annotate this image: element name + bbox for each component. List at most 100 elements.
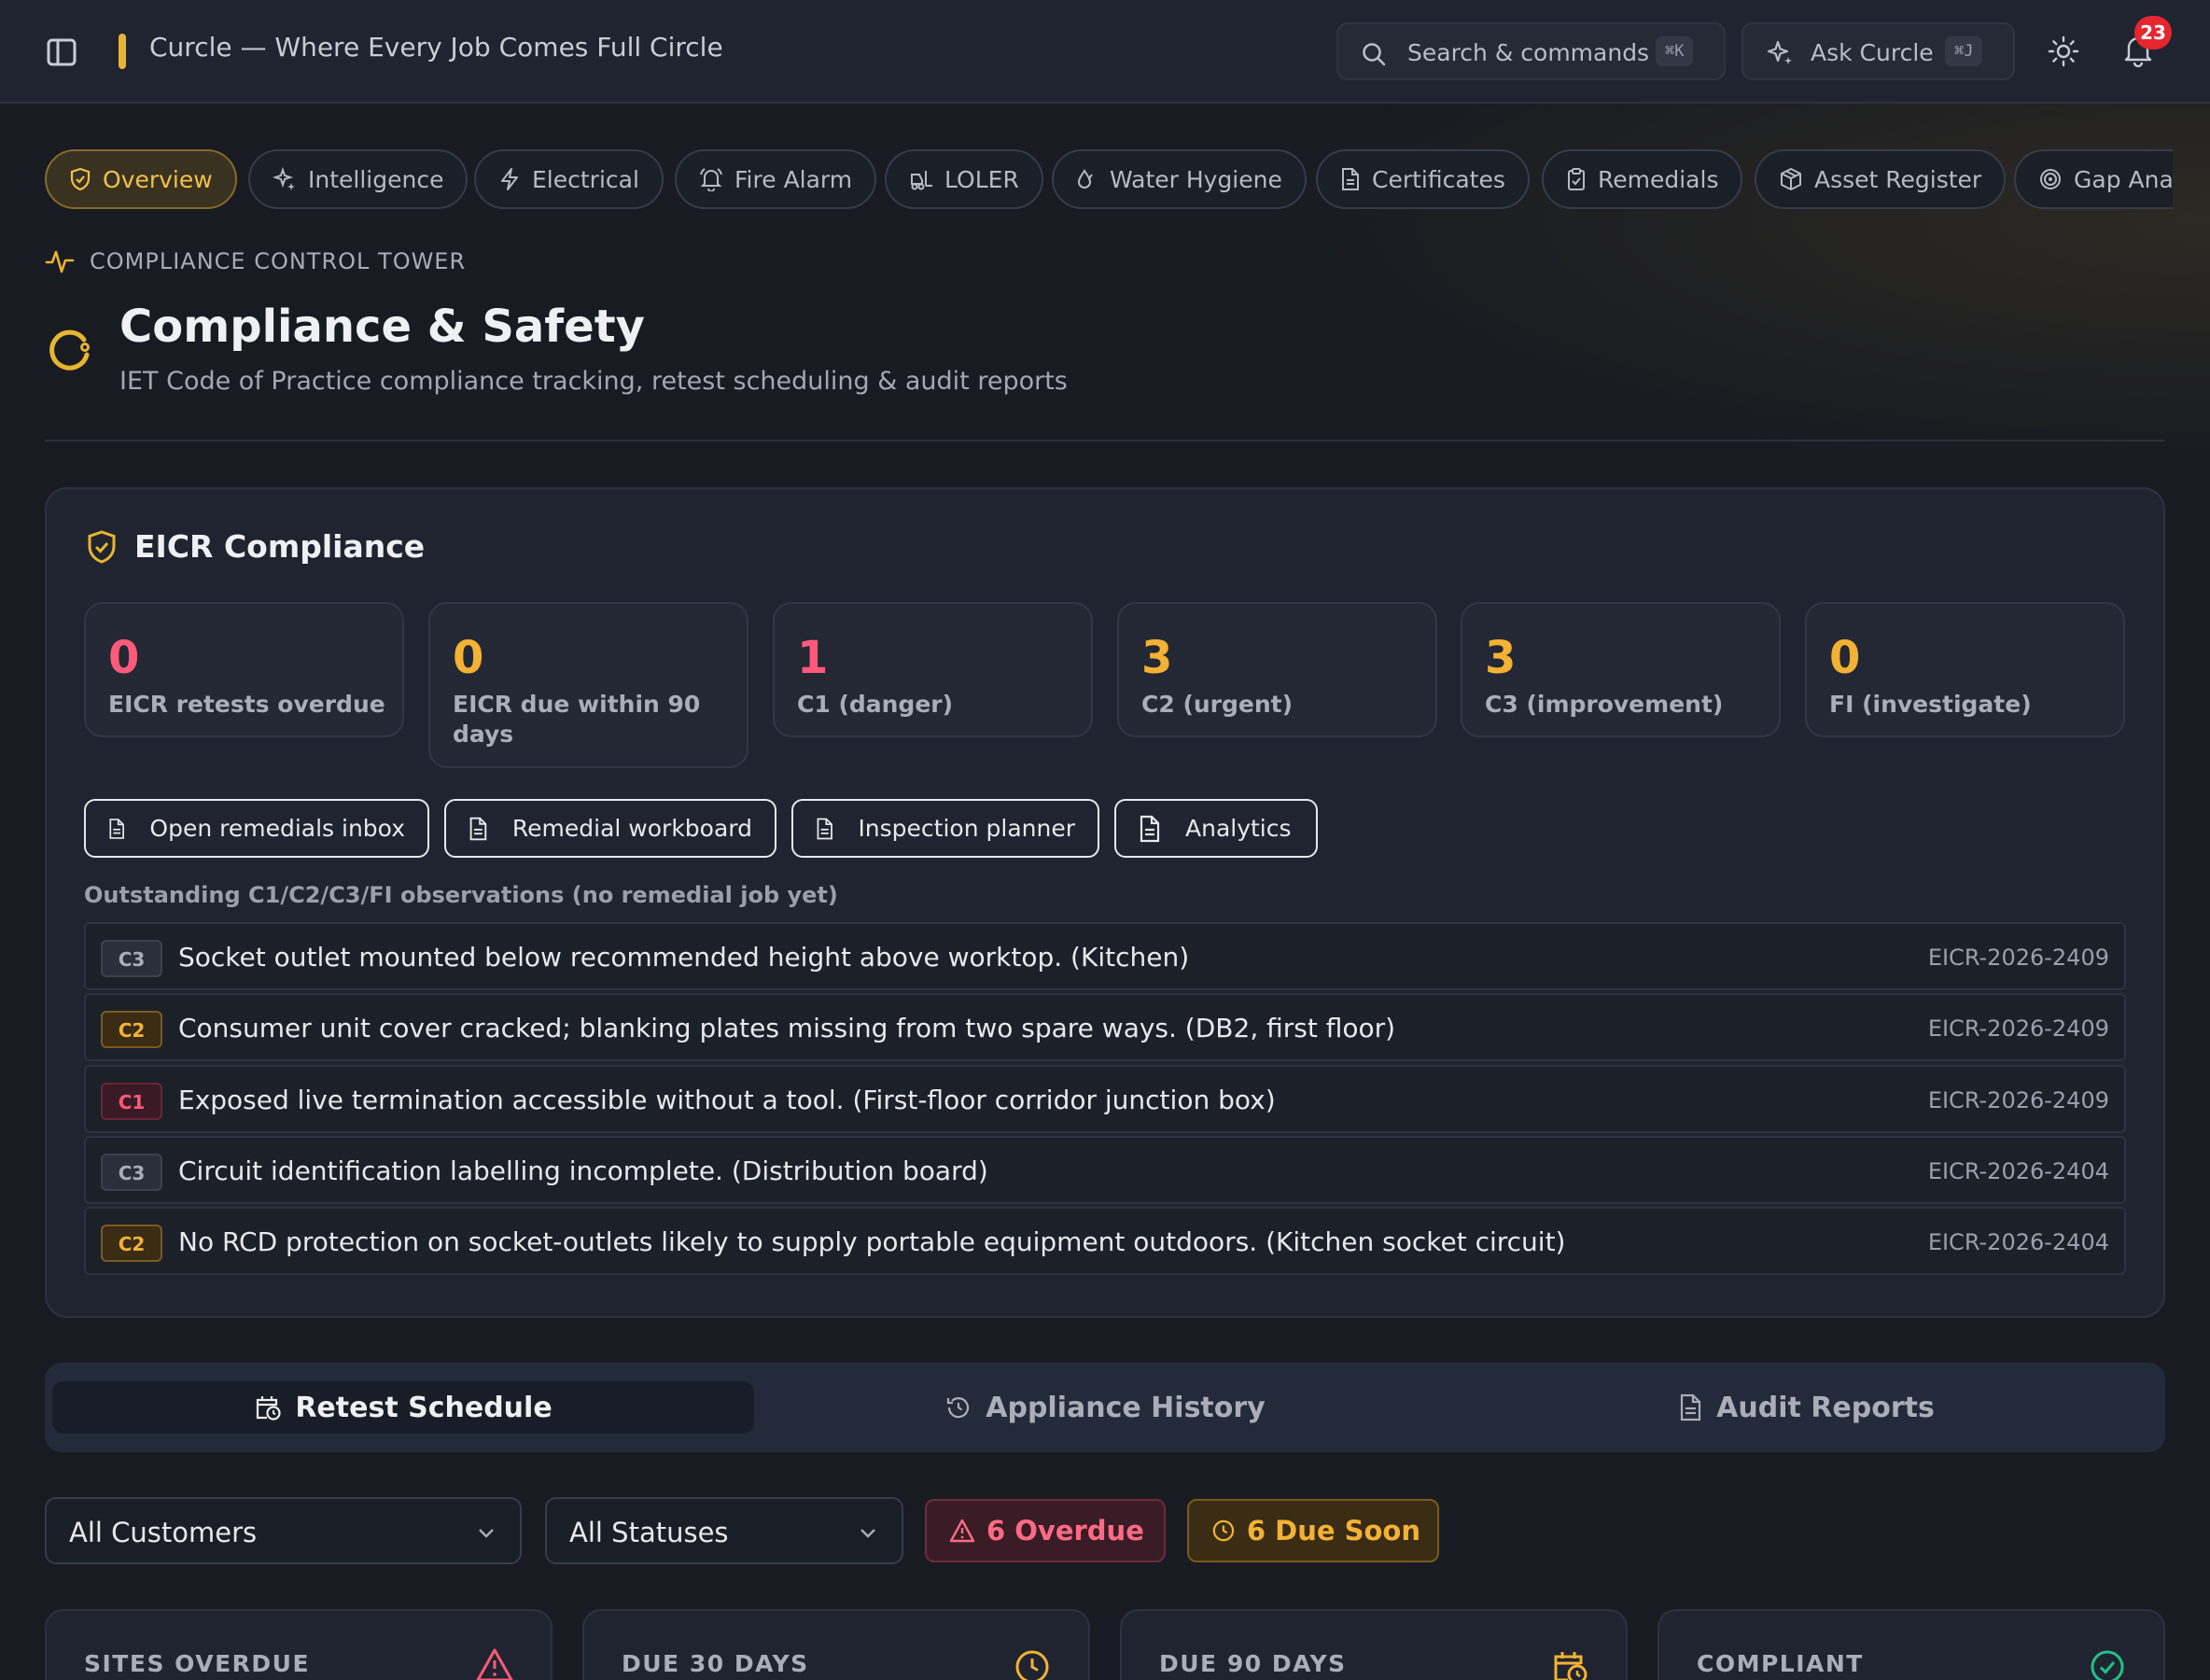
top-bar: Curcle — Where Every Job Comes Full Circ… (0, 0, 2210, 104)
analytics-button[interactable]: Analytics (1114, 799, 1318, 858)
file-icon (1342, 168, 1359, 190)
alert-triangle-icon (476, 1648, 513, 1680)
tab-label: Appliance History (986, 1391, 1266, 1424)
page-subtitle: IET Code of Practice compliance tracking… (119, 367, 1068, 396)
target-icon (2040, 169, 2061, 189)
header-divider (45, 440, 2165, 441)
observation-row[interactable]: C1 Exposed live termination accessible w… (84, 1065, 2126, 1133)
tab-electrical[interactable]: Electrical (474, 149, 664, 209)
stat-label: C2 (urgent) (1141, 691, 1294, 718)
tab-overview[interactable]: Overview (45, 149, 237, 209)
stat-label: FI (investigate) (1829, 691, 2032, 718)
due-soon-filter-chip[interactable]: 6 Due Soon (1187, 1499, 1439, 1562)
alert-triangle-icon (949, 1519, 975, 1543)
stat-c1-danger: 1 C1 (danger) (773, 602, 1093, 737)
observation-text: Socket outlet mounted below recommended … (178, 942, 1190, 973)
observation-text: No RCD protection on socket-outlets like… (178, 1226, 1566, 1257)
stat-label: C3 (improvement) (1485, 691, 1724, 718)
open-remedials-inbox-button[interactable]: Open remedials inbox (84, 799, 429, 858)
sparkles-icon (273, 167, 295, 190)
view-tabs: Retest Schedule Appliance History Audit … (45, 1363, 2165, 1452)
tab-label: Intelligence (308, 165, 444, 193)
observation-row[interactable]: C2 No RCD protection on socket-outlets l… (84, 1207, 2126, 1275)
observation-text: Consumer unit cover cracked; blanking pl… (178, 1013, 1396, 1043)
sun-icon[interactable] (2048, 35, 2079, 67)
tab-remedials[interactable]: Remedials (1542, 149, 1743, 209)
ask-curcle-button[interactable]: Ask Curcle ⌘J (1741, 22, 2015, 80)
tab-certificates[interactable]: Certificates (1316, 149, 1530, 209)
curcle-logo-icon (49, 329, 90, 371)
tab-gap-analysis[interactable]: Gap Anal (2014, 149, 2173, 209)
tab-label: Water Hygiene (1110, 165, 1282, 193)
check-circle-icon (2091, 1650, 2124, 1680)
stat-value: 0 (108, 632, 140, 684)
button-label: Inspection planner (858, 815, 1075, 842)
observations-heading: Outstanding C1/C2/C3/FI observations (no… (84, 882, 838, 908)
summary-card-label: COMPLIANT (1697, 1650, 1864, 1677)
calendar-clock-icon (257, 1396, 281, 1421)
observation-row[interactable]: C3 Socket outlet mounted below recommend… (84, 922, 2126, 990)
severity-badge: C2 (101, 1011, 162, 1048)
page-title: Compliance & Safety (119, 301, 645, 353)
search-icon (1363, 43, 1386, 66)
severity-badge: C3 (101, 1154, 162, 1191)
tab-water-hygiene[interactable]: Water Hygiene (1052, 149, 1307, 209)
tab-fire-alarm[interactable]: Fire Alarm (675, 149, 877, 209)
observation-ref: EICR-2026-2409 (1927, 945, 2109, 971)
customer-select[interactable]: All Customers (45, 1497, 522, 1564)
chevron-down-icon (479, 1529, 494, 1538)
stat-label: EICR due within 90 days (453, 691, 701, 748)
tab-retest-schedule[interactable]: Retest Schedule (52, 1381, 754, 1434)
tab-label: Retest Schedule (295, 1391, 552, 1424)
ask-label: Ask Curcle (1811, 39, 1934, 66)
search-commands-button[interactable]: Search & commands ⌘K (1336, 22, 1726, 80)
sidebar-toggle-icon[interactable] (47, 37, 78, 67)
tab-intelligence[interactable]: Intelligence (248, 149, 469, 209)
observation-row[interactable]: C3 Circuit identification labelling inco… (84, 1136, 2126, 1204)
file-text-icon (817, 818, 832, 839)
severity-badge: C1 (101, 1083, 162, 1120)
file-text-icon (1140, 815, 1160, 842)
status-select-value: All Statuses (569, 1517, 729, 1548)
remedial-workboard-button[interactable]: Remedial workboard (444, 799, 776, 858)
stat-retests-overdue: 0 EICR retests overdue (84, 602, 404, 737)
droplets-icon (1077, 169, 1093, 189)
package-icon (1781, 168, 1801, 190)
stat-due-90-days: 0 EICR due within 90 days (428, 602, 748, 768)
tab-label: LOLER (944, 165, 1019, 193)
shield-check-icon (88, 529, 116, 564)
stat-value: 0 (1829, 632, 1861, 684)
observation-row[interactable]: C2 Consumer unit cover cracked; blanking… (84, 993, 2126, 1061)
tab-label: Certificates (1372, 165, 1505, 193)
observation-text: Exposed live termination accessible with… (178, 1085, 1276, 1115)
zap-icon (501, 168, 518, 190)
tab-label: Overview (103, 165, 213, 193)
tab-label: Fire Alarm (734, 165, 853, 193)
tab-loler[interactable]: LOLER (885, 149, 1043, 209)
eyebrow-text: COMPLIANCE CONTROL TOWER (90, 248, 467, 274)
summary-card-label: DUE 30 DAYS (622, 1650, 809, 1677)
search-shortcut: ⌘K (1656, 36, 1694, 66)
stat-fi-investigate: 0 FI (investigate) (1805, 602, 2125, 737)
observation-ref: EICR-2026-2409 (1927, 1015, 2109, 1042)
summary-card-label: DUE 90 DAYS (1159, 1650, 1347, 1677)
inspection-planner-button[interactable]: Inspection planner (791, 799, 1099, 858)
tab-asset-register[interactable]: Asset Register (1755, 149, 2007, 209)
tab-audit-reports[interactable]: Audit Reports (1456, 1381, 2158, 1434)
clock-icon (1015, 1650, 1049, 1680)
tab-label: Audit Reports (1716, 1391, 1935, 1424)
sparkles-icon (1767, 40, 1792, 64)
brand-accent-bar (119, 34, 126, 69)
tab-appliance-history[interactable]: Appliance History (754, 1381, 1456, 1434)
overdue-filter-chip[interactable]: 6 Overdue (925, 1499, 1166, 1562)
summary-card-label: SITES OVERDUE (84, 1650, 311, 1677)
summary-card-sites-overdue: SITES OVERDUE (45, 1609, 552, 1680)
observation-text: Circuit identification labelling incompl… (178, 1155, 988, 1186)
status-select[interactable]: All Statuses (545, 1497, 903, 1564)
summary-card-due-90-days: DUE 90 DAYS (1120, 1609, 1628, 1680)
button-label: Analytics (1185, 815, 1292, 842)
stat-value: 3 (1485, 632, 1517, 684)
file-text-icon (1681, 1393, 1701, 1421)
severity-badge: C3 (101, 940, 162, 977)
tab-label: Remedials (1598, 165, 1719, 193)
